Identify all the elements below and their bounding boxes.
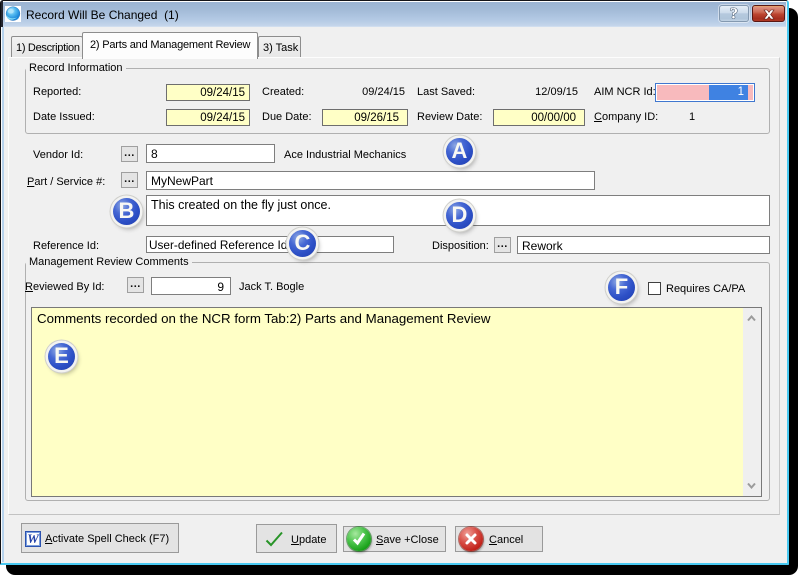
svg-text:?: ? (730, 6, 738, 21)
